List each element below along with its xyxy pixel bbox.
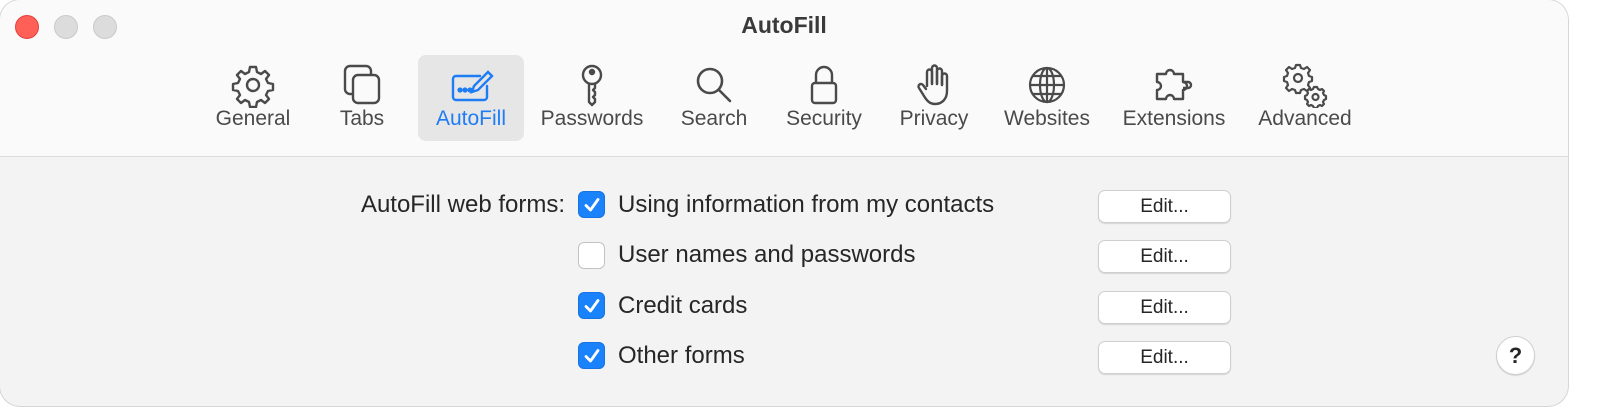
edit-other-forms-button[interactable]: Edit... [1098, 341, 1231, 374]
window-title: AutoFill [741, 12, 827, 38]
toolbar: AutoFill General Tabs AutoFill Passwords… [0, 0, 1568, 157]
tab-general-label: General [215, 107, 291, 130]
tab-privacy[interactable]: Privacy [890, 55, 978, 141]
checkmark-icon [584, 349, 600, 363]
tab-security[interactable]: Security [776, 55, 872, 141]
other-forms-checkbox[interactable] [578, 342, 605, 369]
autofill-icon [451, 70, 494, 102]
edit-usernames-passwords-button[interactable]: Edit... [1098, 240, 1231, 273]
credit-cards-option-label: Credit cards [618, 292, 748, 319]
hand-icon [917, 64, 949, 106]
tab-websites[interactable]: Websites [996, 55, 1098, 141]
tab-advanced[interactable]: Advanced [1250, 55, 1360, 141]
tab-extensions-label: Extensions [1122, 107, 1226, 130]
checkmark-icon [584, 198, 600, 212]
globe-icon [1028, 66, 1066, 104]
usernames-passwords-checkbox[interactable] [578, 242, 605, 269]
tab-privacy-label: Privacy [899, 107, 969, 130]
key-icon [581, 64, 603, 107]
tab-autofill-label: AutoFill [435, 107, 507, 130]
autofill-web-forms-label: AutoFill web forms: [360, 191, 565, 218]
tab-tabs[interactable]: Tabs [322, 55, 402, 141]
other-forms-option-label: Other forms [618, 342, 745, 369]
preferences-window: AutoFill General Tabs AutoFill Passwords… [0, 0, 1568, 406]
usernames-passwords-option-label: User names and passwords [618, 241, 916, 268]
tab-general[interactable]: General [208, 55, 298, 141]
contacts-option-label: Using information from my contacts [618, 191, 995, 218]
tab-passwords-label: Passwords [540, 107, 644, 130]
tab-search-label: Search [680, 107, 748, 130]
gear-icon [231, 65, 275, 108]
checkmark-icon [584, 299, 600, 313]
edit-contacts-button[interactable]: Edit... [1098, 190, 1231, 223]
tab-autofill[interactable]: AutoFill [418, 55, 524, 141]
gears-icon [1282, 63, 1328, 108]
tab-advanced-label: Advanced [1258, 107, 1352, 130]
contacts-checkbox[interactable] [578, 191, 605, 218]
tab-security-label: Security [786, 107, 862, 130]
tab-search[interactable]: Search [672, 55, 756, 141]
tab-extensions[interactable]: Extensions [1114, 55, 1234, 141]
magnifier-icon [696, 67, 732, 103]
tab-passwords[interactable]: Passwords [534, 55, 650, 141]
tab-tabs-label: Tabs [339, 107, 385, 130]
lock-icon [810, 65, 838, 105]
credit-cards-checkbox[interactable] [578, 292, 605, 319]
tab-websites-label: Websites [1004, 107, 1090, 130]
puzzle-icon [1155, 68, 1193, 101]
help-button[interactable]: ? [1496, 336, 1535, 375]
edit-credit-cards-button[interactable]: Edit... [1098, 291, 1231, 324]
tabs-icon [343, 64, 381, 105]
